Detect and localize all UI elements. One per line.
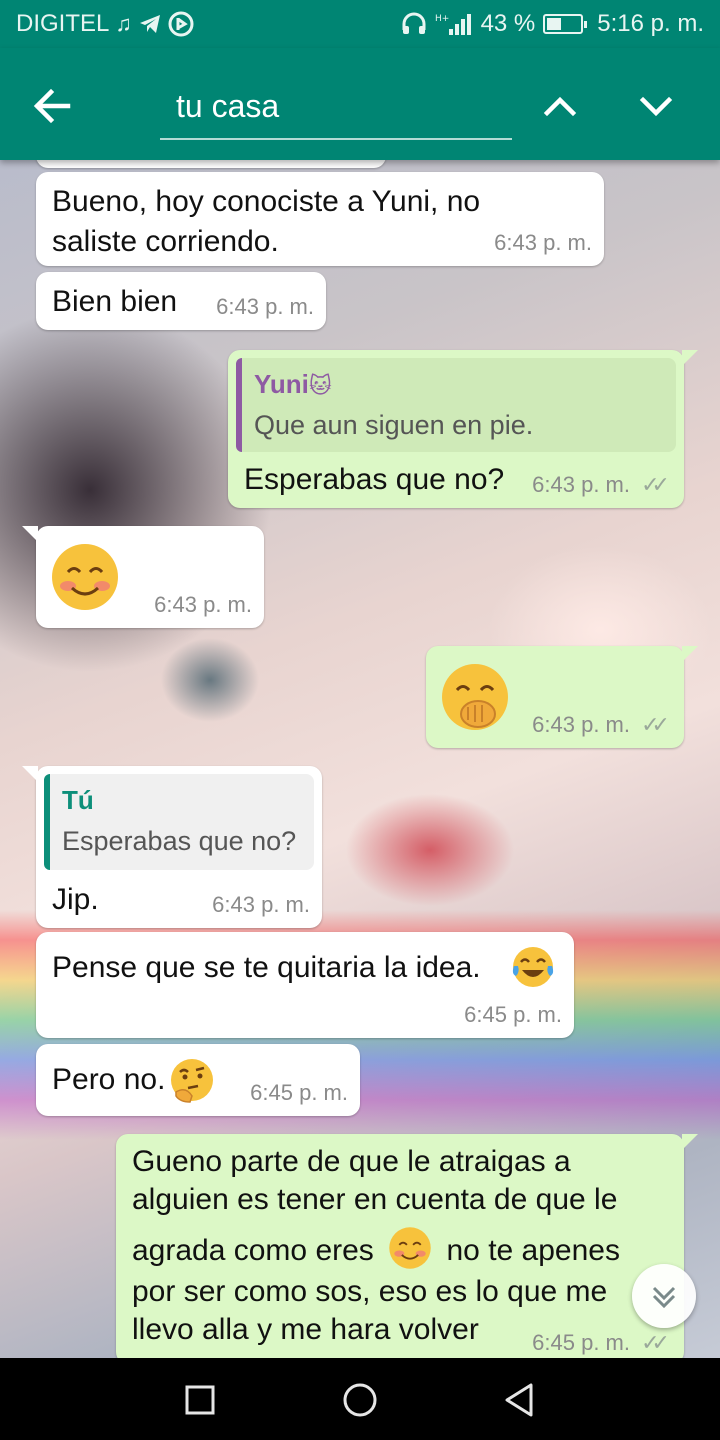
battery-percent: 43 % <box>480 10 536 37</box>
smiling-face-emoji-icon <box>52 544 118 610</box>
quote-bar <box>236 358 242 452</box>
recents-button[interactable] <box>176 1376 224 1424</box>
quote-author: Yuni🐱 <box>254 368 662 402</box>
navigation-bar <box>0 1358 720 1440</box>
message-time: 6:43 p. m. <box>532 472 630 498</box>
message-text: por ser como sos, eso es lo que me <box>132 1275 608 1308</box>
chevron-up-icon <box>543 96 577 117</box>
message-bubble[interactable]: 6:43 p. m. <box>22 526 264 628</box>
message-bubble[interactable]: Bien bien 6:43 p. m. <box>36 272 326 330</box>
scroll-to-bottom-button[interactable] <box>632 1264 696 1328</box>
message-time: 6:43 p. m. <box>532 712 630 738</box>
message-text-part: agrada como eres <box>132 1234 374 1267</box>
message-text: saliste corriendo. <box>52 225 279 258</box>
double-chevron-down-icon <box>652 1286 676 1309</box>
arrow-back-icon <box>33 88 71 124</box>
message-bubble[interactable]: Pense que se te quitaria la idea. 6:45 p… <box>36 932 574 1038</box>
read-ticks-icon: ✓✓ <box>641 712 670 738</box>
message-bubble[interactable]: 6:43 p. m. ✓✓ <box>426 646 698 748</box>
message-text: Pense que se te quitaria la idea. <box>52 948 481 987</box>
signal-icon: H+ <box>435 14 471 35</box>
message-time: 6:43 p. m. <box>216 294 314 320</box>
hand-over-mouth-emoji-icon <box>442 664 508 730</box>
clock: 5:16 p. m. <box>597 10 704 37</box>
tears-of-joy-emoji-icon <box>512 947 554 987</box>
search-input[interactable] <box>176 82 506 130</box>
status-bar: DIGITEL ♫ H+ 43 % 5:16 p. m. <box>0 0 720 48</box>
music-note-icon: ♫ <box>115 11 132 36</box>
message-text: Bien bien <box>52 285 178 318</box>
circle-icon <box>343 1383 377 1417</box>
message-text: agrada como eres no te apenes <box>132 1226 620 1270</box>
message-bubble[interactable]: Pero no. 6:45 p. m. <box>36 1044 360 1116</box>
quoted-message[interactable]: Yuni🐱 Que aun siguen en pie. <box>236 358 676 452</box>
search-toolbar <box>0 48 720 160</box>
read-ticks-icon: ✓✓ <box>641 1330 670 1356</box>
smiling-face-emoji-icon <box>389 1227 431 1269</box>
message-time: 6:43 p. m. <box>154 592 252 618</box>
chat-area[interactable]: Bueno, hoy conociste a Yuni, no saliste … <box>0 160 720 1358</box>
carrier-name: DIGITEL <box>16 10 110 37</box>
chevron-down-icon <box>639 96 673 117</box>
message-text: Pero no. <box>52 1063 166 1096</box>
quoted-message[interactable]: Tú Esperabas que no? <box>44 774 314 870</box>
message-time: 6:45 p. m. <box>532 1330 630 1356</box>
search-previous-button[interactable] <box>530 78 590 134</box>
telegram-icon <box>139 15 160 33</box>
home-button[interactable] <box>336 1376 384 1424</box>
nav-back-button[interactable] <box>496 1376 544 1424</box>
quote-text: Esperabas que no? <box>62 825 297 856</box>
message-time: 6:43 p. m. <box>212 892 310 918</box>
quote-text: Que aun siguen en pie. <box>254 409 534 440</box>
search-field <box>160 74 512 140</box>
message-text-part: no te apenes <box>446 1234 620 1267</box>
read-ticks-icon: ✓✓ <box>641 472 670 498</box>
app-circle-icon <box>168 11 194 37</box>
message-text: Esperabas que no? <box>244 463 505 496</box>
message-time: 6:45 p. m. <box>250 1080 348 1106</box>
message-text: Jip. <box>52 883 99 916</box>
quote-bar <box>44 774 50 870</box>
svg-text:H+: H+ <box>435 14 449 24</box>
message-bubble[interactable]: Tú Esperabas que no? Jip. 6:43 p. m. <box>22 766 322 928</box>
message-time: 6:43 p. m. <box>494 230 592 256</box>
message-bubble[interactable]: Yuni🐱 Que aun siguen en pie. Esperabas q… <box>228 350 698 508</box>
thinking-face-emoji-icon <box>171 1059 213 1103</box>
message-bubble[interactable]: Bueno, hoy conociste a Yuni, no saliste … <box>36 172 604 266</box>
triangle-back-icon <box>505 1383 533 1417</box>
quote-author-name: Yuni <box>254 369 309 399</box>
headphones-icon <box>402 12 426 34</box>
battery-icon <box>543 14 588 34</box>
message-text: alguien es tener en cuenta de que le <box>132 1183 618 1216</box>
message-bubble-partial[interactable] <box>36 160 386 168</box>
back-button[interactable] <box>24 78 80 134</box>
message-text: Gueno parte de que le atraigas a <box>132 1145 571 1178</box>
search-next-button[interactable] <box>626 78 686 134</box>
cat-face-emoji-icon: 🐱 <box>308 373 332 398</box>
quote-author-name: Tú <box>62 785 94 815</box>
square-icon <box>185 1385 215 1415</box>
message-text-content: Pense que se te quitaria la idea. <box>52 951 481 984</box>
message-text: Bueno, hoy conociste a Yuni, no <box>52 185 481 218</box>
message-text: llevo alla y me hara volver <box>132 1313 479 1346</box>
message-time: 6:45 p. m. <box>464 1002 562 1028</box>
message-bubble[interactable]: Gueno parte de que le atraigas a alguien… <box>116 1134 698 1358</box>
